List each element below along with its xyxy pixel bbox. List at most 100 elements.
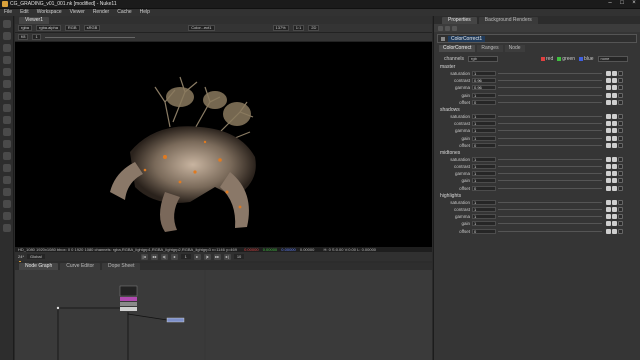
menu-viewer[interactable]: Viewer — [70, 9, 85, 16]
color-wheel-icon[interactable] — [612, 207, 617, 212]
draw-tool-icon[interactable] — [3, 32, 11, 40]
gain-value-field[interactable]: 1 — [32, 34, 41, 40]
fps-field[interactable]: 24* — [18, 254, 24, 259]
color-picker-icon[interactable] — [606, 199, 611, 205]
color-picker-icon[interactable] — [606, 228, 611, 234]
param-value-field[interactable]: 0 — [472, 99, 496, 105]
color-wheel-icon[interactable] — [612, 221, 617, 227]
color-picker-icon[interactable] — [606, 164, 611, 170]
color-picker-icon[interactable] — [606, 113, 611, 119]
other-tool-icon[interactable] — [3, 176, 11, 184]
transform-tool-icon[interactable] — [3, 116, 11, 124]
param-slider[interactable] — [498, 216, 602, 218]
color-picker-icon[interactable] — [606, 178, 611, 184]
first-frame-button[interactable]: |◂ — [140, 253, 148, 260]
color-picker-icon[interactable] — [606, 78, 611, 84]
metadata-tool-icon[interactable] — [3, 152, 11, 160]
time-tool-icon[interactable] — [3, 44, 11, 52]
display-channel-dropdown[interactable]: rgba.alpha — [36, 25, 61, 31]
param-slider[interactable] — [498, 130, 602, 132]
animation-menu-icon[interactable] — [618, 121, 623, 127]
global-dropdown[interactable]: Global — [27, 254, 45, 259]
color-wheel-icon[interactable] — [612, 99, 617, 105]
param-value-field[interactable]: 1 — [472, 113, 496, 119]
views-tool-icon[interactable] — [3, 140, 11, 148]
viewer-canvas[interactable] — [15, 42, 432, 247]
param-value-field[interactable]: 0 — [472, 185, 496, 191]
play-forward-button[interactable]: ▸ — [193, 253, 201, 260]
param-value-field[interactable]: 1 — [472, 207, 496, 212]
plugins-tool-icon[interactable] — [3, 224, 11, 232]
tab-ranges[interactable]: Ranges — [477, 45, 503, 52]
color-picker-icon[interactable] — [606, 185, 611, 191]
next-keyframe-button[interactable]: ▸▸ — [213, 253, 221, 260]
color-wheel-icon[interactable] — [612, 228, 617, 234]
color-wheel-icon[interactable] — [612, 85, 617, 91]
animation-menu-icon[interactable] — [618, 164, 623, 170]
animation-menu-icon[interactable] — [618, 214, 623, 220]
node-name-field[interactable]: ColorCorrect1 — [448, 35, 486, 42]
param-value-field[interactable]: 1 — [472, 178, 496, 184]
color-wheel-icon[interactable] — [612, 164, 617, 170]
animation-menu-icon[interactable] — [618, 171, 623, 177]
color-wheel-icon[interactable] — [612, 156, 617, 162]
param-slider[interactable] — [498, 173, 602, 175]
tab-node-graph[interactable]: Node Graph — [19, 263, 59, 270]
param-slider[interactable] — [498, 137, 602, 139]
param-value-field[interactable]: 1 — [472, 171, 496, 177]
merge-tool-icon[interactable] — [3, 104, 11, 112]
color-wheel-icon[interactable] — [612, 78, 617, 84]
color-wheel-icon[interactable] — [612, 199, 617, 205]
gain-slider[interactable] — [44, 36, 135, 38]
alpha-channel-select[interactable]: none — [597, 56, 628, 62]
tab-node[interactable]: Node — [504, 45, 525, 52]
keyer-tool-icon[interactable] — [3, 92, 11, 100]
particles-tool-icon[interactable] — [3, 200, 11, 208]
color-picker-icon[interactable] — [606, 92, 611, 98]
animation-menu-icon[interactable] — [618, 221, 623, 227]
color-wheel-icon[interactable] — [612, 121, 617, 127]
param-value-field[interactable]: 1 — [472, 221, 496, 227]
param-slider[interactable] — [498, 80, 602, 82]
param-slider[interactable] — [498, 158, 602, 160]
param-value-field[interactable]: 1 — [472, 128, 496, 134]
next-frame-button[interactable]: |▸ — [203, 253, 211, 260]
node-color-icon[interactable] — [441, 36, 445, 41]
3d-tool-icon[interactable] — [3, 128, 11, 136]
param-slider[interactable] — [498, 187, 602, 189]
animation-menu-icon[interactable] — [618, 85, 623, 91]
menu-file[interactable]: File — [4, 9, 12, 16]
blue-checkbox[interactable]: blue — [579, 56, 594, 62]
menu-workspace[interactable]: Workspace — [37, 9, 62, 16]
animation-menu-icon[interactable] — [618, 78, 623, 84]
channels-dropdown[interactable]: rgba — [18, 25, 33, 31]
minimize-icon[interactable]: – — [606, 0, 614, 6]
color-wheel-icon[interactable] — [612, 171, 617, 177]
param-value-field[interactable]: 0 — [472, 228, 496, 234]
animation-menu-icon[interactable] — [618, 135, 623, 141]
current-frame-field[interactable]: 1 — [180, 254, 191, 259]
param-value-field[interactable]: 0.96 — [472, 85, 496, 91]
tab-viewer1[interactable]: Viewer1 — [19, 17, 49, 24]
color-wheel-icon[interactable] — [612, 135, 617, 141]
param-value-field[interactable]: 0.96 — [472, 78, 496, 84]
param-value-field[interactable]: 0 — [472, 142, 496, 148]
color-picker-icon[interactable] — [606, 128, 611, 134]
color-picker-icon[interactable] — [606, 156, 611, 162]
animation-menu-icon[interactable] — [618, 228, 623, 234]
param-slider[interactable] — [498, 230, 602, 232]
color-picker-icon[interactable] — [606, 142, 611, 148]
param-slider[interactable] — [498, 209, 602, 210]
color-wheel-icon[interactable] — [612, 185, 617, 191]
color-tool-icon[interactable] — [3, 68, 11, 76]
color-picker-icon[interactable] — [606, 171, 611, 177]
color-wheel-icon[interactable] — [612, 92, 617, 98]
param-slider[interactable] — [498, 180, 602, 182]
color-picker-icon[interactable] — [606, 135, 611, 141]
param-slider[interactable] — [498, 123, 602, 125]
deep-tool-icon[interactable] — [3, 212, 11, 220]
play-backward-button[interactable]: ◂ — [170, 253, 178, 260]
param-slider[interactable] — [498, 87, 602, 89]
maximize-icon[interactable]: □ — [618, 0, 626, 6]
channel-tool-icon[interactable] — [3, 56, 11, 64]
